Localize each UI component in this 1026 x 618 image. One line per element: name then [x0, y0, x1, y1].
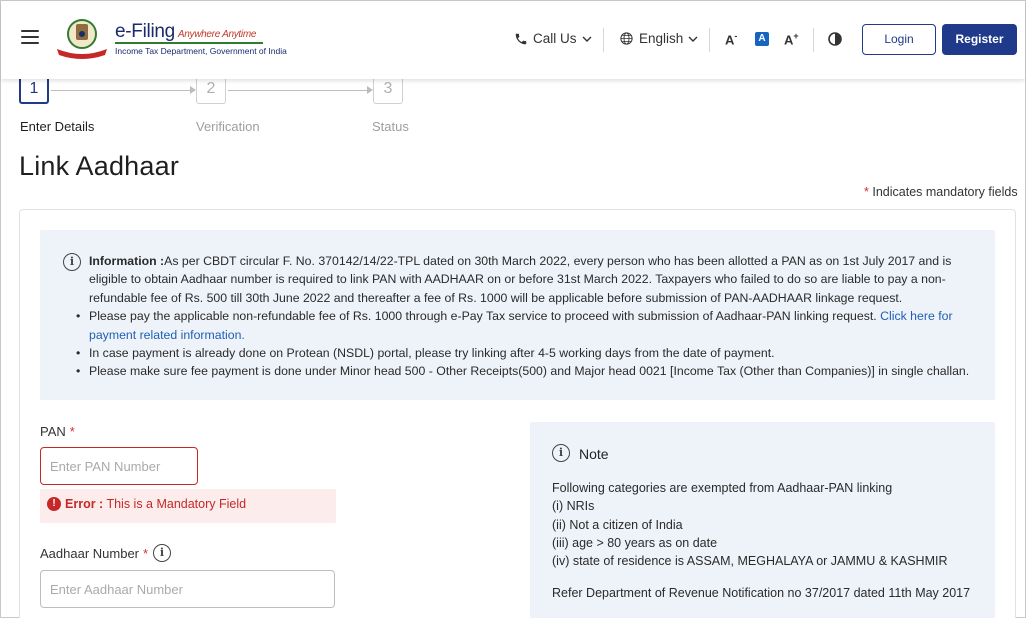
call-us-dropdown[interactable]: Call Us: [514, 31, 592, 46]
pan-label: PAN *: [40, 424, 75, 439]
information-list: Please pay the applicable non-refundable…: [76, 307, 979, 381]
logo-subtitle: Income Tax Department, Government of Ind…: [115, 46, 287, 56]
login-button[interactable]: Login: [862, 24, 936, 55]
divider: [603, 28, 604, 52]
font-increase-button[interactable]: A+: [784, 31, 799, 47]
list-item: Please pay the applicable non-refundable…: [76, 307, 979, 344]
aadhaar-info-icon[interactable]: i: [153, 544, 171, 562]
step-1-indicator: 1: [19, 78, 49, 104]
error-icon: !: [47, 497, 61, 511]
info-icon: i: [552, 444, 570, 462]
divider: [709, 28, 710, 52]
logo-title: e-Filing Anywhere Anytime: [115, 21, 257, 42]
pan-input[interactable]: [40, 447, 198, 485]
info-icon: i: [63, 253, 81, 271]
logo-tagline: Anywhere Anytime: [177, 29, 257, 40]
list-item: Please make sure fee payment is done und…: [76, 362, 979, 381]
mandatory-fields-note: * Indicates mandatory fields: [864, 185, 1018, 199]
step-connector: [51, 90, 191, 91]
note-text: Following categories are exempted from A…: [552, 479, 972, 570]
information-intro: Information :As per CBDT circular F. No.…: [89, 254, 952, 305]
note-title: Note: [579, 446, 609, 462]
globe-icon: [620, 32, 633, 45]
note-intro: Following categories are exempted from A…: [552, 481, 893, 495]
phone-icon: [515, 33, 527, 44]
list-item: (iv) state of residence is ASSAM, MEGHAL…: [552, 554, 948, 569]
divider: [813, 28, 814, 52]
list-item: (ii) Not a citizen of India: [552, 517, 683, 532]
list-item: In case payment is already done on Prote…: [76, 344, 979, 363]
note-reference: Refer Department of Revenue Notification…: [552, 586, 971, 600]
aadhaar-input[interactable]: [40, 570, 335, 608]
information-text: Information :As per CBDT circular F. No.…: [76, 252, 979, 381]
top-header: e-Filing Anywhere Anytime Income Tax Depa…: [1, 1, 1025, 79]
register-button[interactable]: Register: [942, 24, 1017, 55]
error-message: Error : This is a Mandatory Field: [65, 497, 247, 511]
step-3-indicator: 3: [373, 78, 403, 104]
step-2-indicator: 2: [196, 78, 226, 104]
emblem-icon: [57, 19, 107, 59]
step-2-label: Verification: [196, 119, 260, 134]
chevron-down-icon: [688, 36, 698, 42]
language-dropdown[interactable]: English: [619, 31, 698, 46]
call-us-label: Call Us: [533, 31, 577, 46]
font-default-button[interactable]: A: [755, 32, 769, 46]
contrast-icon[interactable]: [828, 32, 842, 46]
language-label: English: [639, 31, 684, 46]
logo-underline: [115, 42, 263, 44]
payment-info-link[interactable]: Click here for payment related informati…: [89, 309, 953, 341]
page-title: Link Aadhaar: [19, 151, 180, 181]
step-3-label: Status: [372, 119, 409, 134]
chevron-down-icon: [582, 36, 592, 42]
step-connector: [228, 90, 368, 91]
aadhaar-label: Aadhaar Number *: [40, 546, 149, 561]
hamburger-menu-icon[interactable]: [21, 30, 39, 44]
font-decrease-button[interactable]: A-: [725, 31, 737, 47]
step-1-label: Enter Details: [20, 119, 95, 134]
efiling-logo[interactable]: e-Filing Anywhere Anytime Income Tax Depa…: [53, 15, 287, 61]
list-item: (iii) age > 80 years as on date: [552, 535, 718, 550]
list-item: (i) NRIs: [552, 499, 595, 514]
